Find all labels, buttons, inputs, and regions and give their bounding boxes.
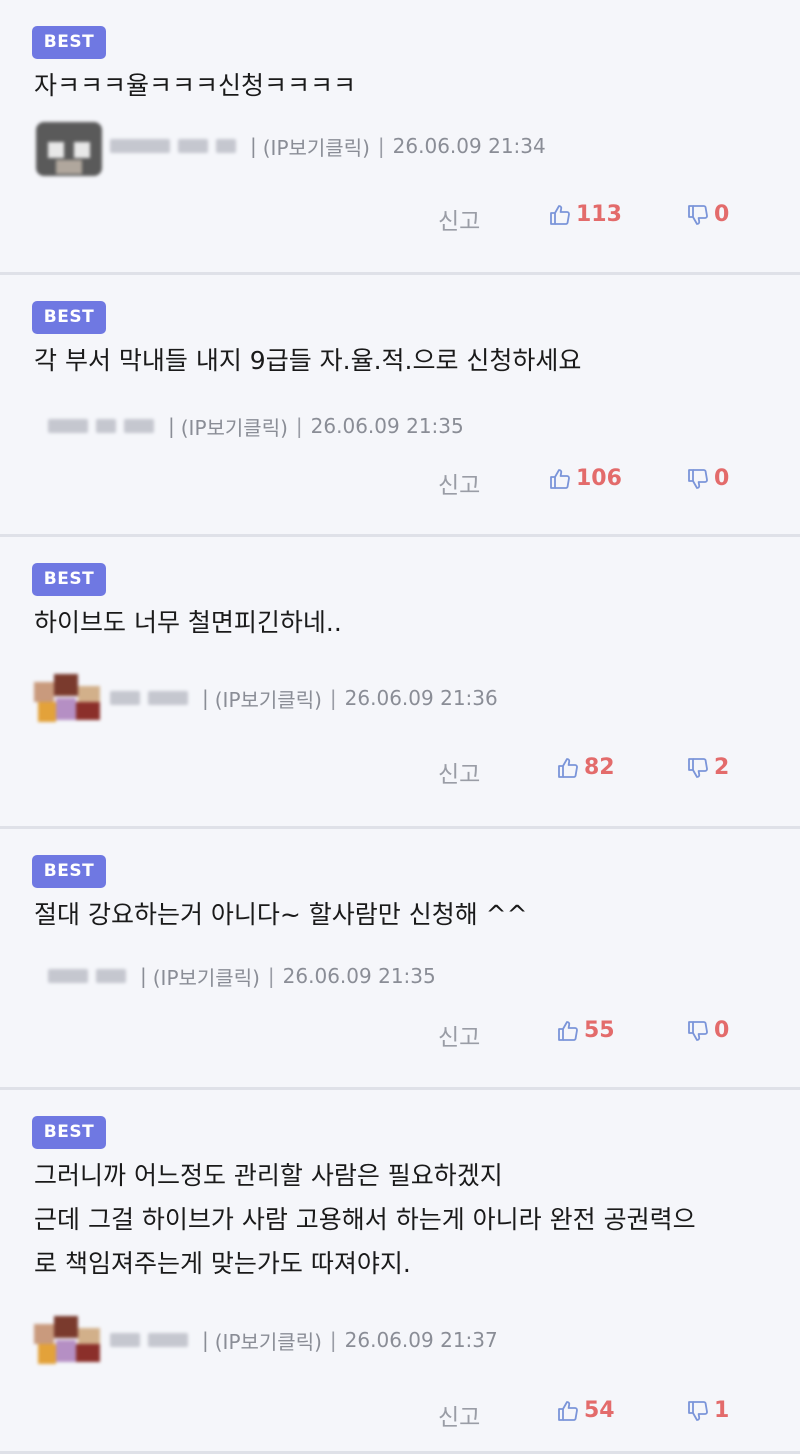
separator: | <box>202 1328 209 1352</box>
separator: | <box>202 686 209 710</box>
thumbs-up-icon <box>550 204 570 225</box>
ip-view-link[interactable]: (IP보기클릭) <box>263 132 370 161</box>
comment-line: 그러니까 어느정도 관리할 사람은 필요하겠지 <box>34 1161 503 1190</box>
like-count: 106 <box>576 466 622 491</box>
separator: | <box>377 134 385 158</box>
separator: | <box>168 414 175 438</box>
avatar[interactable] <box>34 946 44 1006</box>
dislike-button[interactable]: 1 <box>686 1398 729 1423</box>
thumbs-down-icon <box>688 1020 708 1041</box>
comment-text: 각 부서 막내들 내지 9급들 자.율.적.으로 신청하세요 <box>34 339 780 383</box>
avatar[interactable] <box>34 668 106 728</box>
dislike-button[interactable]: 0 <box>686 466 729 491</box>
comment-timestamp: 26.06.09 21:35 <box>282 964 436 988</box>
comment-text: 자ㅋㅋㅋ율ㅋㅋㅋ신청ㅋㅋㅋㅋ <box>34 64 780 108</box>
comment-meta: | (IP보기클릭) | 26.06.09 21:36 <box>34 668 498 728</box>
best-badge: BEST <box>32 26 106 59</box>
comment-timestamp: 26.06.09 21:34 <box>392 134 546 158</box>
nickname[interactable] <box>48 969 134 983</box>
nickname[interactable] <box>110 139 244 153</box>
thumbs-down-icon <box>688 468 708 489</box>
comment-meta: | (IP보기클릭) | 26.06.09 21:35 <box>34 946 436 1006</box>
comment-line: 로 책임져주는게 맞는가도 따져야지. <box>34 1249 411 1278</box>
best-badge: BEST <box>32 563 106 596</box>
report-button[interactable]: 신고 <box>438 755 480 789</box>
dislike-count: 0 <box>714 466 730 491</box>
like-count: 82 <box>584 755 615 780</box>
ip-view-link[interactable]: (IP보기클릭) <box>153 962 260 991</box>
report-button[interactable]: 신고 <box>438 202 480 236</box>
best-badge: BEST <box>32 301 106 334</box>
thumbs-up-icon <box>558 757 578 778</box>
ip-view-link[interactable]: (IP보기클릭) <box>215 684 322 713</box>
comment-actions: 신고 54 1 <box>0 1398 800 1438</box>
report-button[interactable]: 신고 <box>438 1018 480 1052</box>
avatar[interactable] <box>34 1310 106 1370</box>
like-button[interactable]: 106 <box>548 466 622 491</box>
thumbs-up-icon <box>550 468 570 489</box>
like-count: 55 <box>584 1018 615 1043</box>
thumbs-up-icon <box>558 1020 578 1041</box>
separator: | <box>295 414 303 438</box>
thumbs-up-icon <box>558 1400 578 1421</box>
separator: | <box>267 964 275 988</box>
comment-timestamp: 26.06.09 21:36 <box>344 686 498 710</box>
comment-item: BEST 자ㅋㅋㅋ율ㅋㅋㅋ신청ㅋㅋㅋㅋ | (IP보기클릭) | 26.06.0… <box>0 0 800 275</box>
report-button[interactable]: 신고 <box>438 466 480 500</box>
best-badge: BEST <box>32 1116 106 1149</box>
comment-text: 하이브도 너무 철면피긴하네.. <box>34 601 780 645</box>
comment-timestamp: 26.06.09 21:35 <box>310 414 464 438</box>
ip-view-link[interactable]: (IP보기클릭) <box>215 1326 322 1355</box>
best-badge: BEST <box>32 855 106 888</box>
like-button[interactable]: 54 <box>556 1398 615 1423</box>
dislike-count: 0 <box>714 1018 730 1043</box>
comment-actions: 신고 113 0 <box>0 202 800 242</box>
comment-meta: | (IP보기클릭) | 26.06.09 21:34 <box>34 116 546 176</box>
separator: | <box>329 686 337 710</box>
comment-item: BEST 절대 강요하는거 아니다~ 할사람만 신청해 ^^ | (IP보기클릭… <box>0 829 800 1090</box>
nickname[interactable] <box>48 419 162 433</box>
comment-text: 그러니까 어느정도 관리할 사람은 필요하겠지근데 그걸 하이브가 사람 고용해… <box>34 1154 780 1286</box>
separator: | <box>329 1328 337 1352</box>
dislike-count: 2 <box>714 755 730 780</box>
avatar[interactable] <box>34 116 106 176</box>
nickname[interactable] <box>110 1333 196 1347</box>
thumbs-down-icon <box>688 204 708 225</box>
comment-timestamp: 26.06.09 21:37 <box>344 1328 498 1352</box>
comment-line: 각 부서 막내들 내지 9급들 자.율.적.으로 신청하세요 <box>34 346 582 375</box>
avatar[interactable] <box>34 396 44 456</box>
ip-view-link[interactable]: (IP보기클릭) <box>181 412 288 441</box>
comment-line: 자ㅋㅋㅋ율ㅋㅋㅋ신청ㅋㅋㅋㅋ <box>34 71 357 100</box>
like-button[interactable]: 113 <box>548 202 622 227</box>
comment-item: BEST 하이브도 너무 철면피긴하네.. | (IP보기클릭) | 26.06… <box>0 537 800 829</box>
comment-line: 절대 강요하는거 아니다~ 할사람만 신청해 ^^ <box>34 900 528 929</box>
dislike-count: 0 <box>714 202 730 227</box>
thumbs-down-icon <box>688 757 708 778</box>
dislike-button[interactable]: 0 <box>686 1018 729 1043</box>
comment-actions: 신고 106 0 <box>0 466 800 506</box>
comment-line: 하이브도 너무 철면피긴하네.. <box>34 608 342 637</box>
separator: | <box>250 134 257 158</box>
report-button[interactable]: 신고 <box>438 1398 480 1432</box>
like-count: 54 <box>584 1398 615 1423</box>
separator: | <box>140 964 147 988</box>
comment-actions: 신고 82 2 <box>0 755 800 795</box>
comment-line: 근데 그걸 하이브가 사람 고용해서 하는게 아니라 완전 공권력으 <box>34 1205 696 1234</box>
nickname[interactable] <box>110 691 196 705</box>
like-button[interactable]: 55 <box>556 1018 615 1043</box>
comment-text: 절대 강요하는거 아니다~ 할사람만 신청해 ^^ <box>34 893 780 937</box>
dislike-count: 1 <box>714 1398 730 1423</box>
comment-meta: | (IP보기클릭) | 26.06.09 21:35 <box>34 396 464 456</box>
comment-actions: 신고 55 0 <box>0 1018 800 1058</box>
dislike-button[interactable]: 0 <box>686 202 729 227</box>
comment-item: BEST 각 부서 막내들 내지 9급들 자.율.적.으로 신청하세요 | (I… <box>0 275 800 537</box>
comment-item: BEST 그러니까 어느정도 관리할 사람은 필요하겠지근데 그걸 하이브가 사… <box>0 1090 800 1454</box>
comment-meta: | (IP보기클릭) | 26.06.09 21:37 <box>34 1310 498 1370</box>
like-count: 113 <box>576 202 622 227</box>
thumbs-down-icon <box>688 1400 708 1421</box>
dislike-button[interactable]: 2 <box>686 755 729 780</box>
like-button[interactable]: 82 <box>556 755 615 780</box>
